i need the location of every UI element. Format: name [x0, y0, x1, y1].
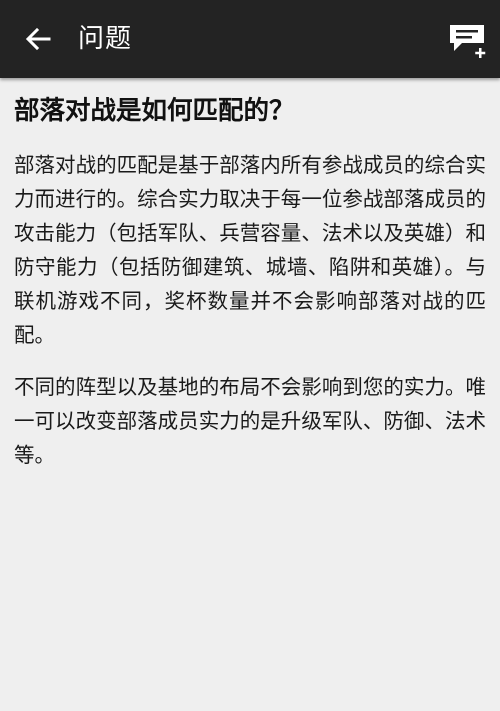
new-question-icon	[450, 25, 486, 58]
arrow-left-icon	[25, 27, 51, 51]
question-title: 部落对战是如何匹配的？	[14, 96, 295, 126]
top-app-bar: 问题	[0, 0, 500, 78]
answer-paragraph: 部落对战的匹配是基于部落内所有参战成员的综合实力而进行的。综合实力取决于每一位参…	[14, 153, 486, 347]
answer-paragraph: 不同的阵型以及基地的布局不会影响到您的实力。唯一可以改变部落成员实力的是升级军队…	[14, 375, 486, 467]
back-button[interactable]	[18, 19, 58, 59]
page-title: 问题	[78, 24, 133, 54]
article-content: 部落对战是如何匹配的？ 部落对战的匹配是基于部落内所有参战成员的综合实力而进行的…	[14, 78, 486, 472]
new-question-button[interactable]	[446, 20, 490, 60]
